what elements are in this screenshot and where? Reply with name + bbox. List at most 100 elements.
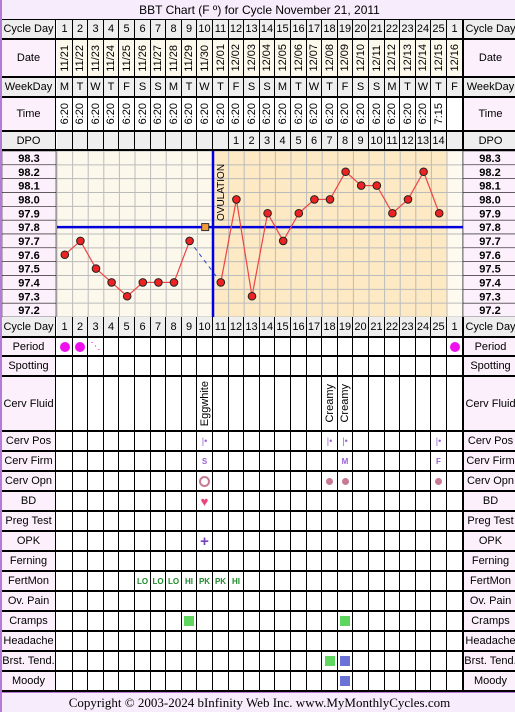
day-cell[interactable]: [135, 357, 151, 375]
day-cell[interactable]: [244, 592, 260, 610]
day-cell[interactable]: [213, 357, 229, 375]
day-cell[interactable]: [151, 632, 166, 650]
day-cell[interactable]: [385, 632, 400, 650]
day-cell[interactable]: [353, 592, 369, 610]
day-cell[interactable]: [275, 592, 291, 610]
day-cell[interactable]: [166, 592, 182, 610]
day-cell[interactable]: [57, 632, 73, 650]
day-cell[interactable]: [353, 552, 369, 570]
day-cell[interactable]: [166, 512, 182, 530]
day-cell[interactable]: [416, 592, 431, 610]
day-cell[interactable]: [229, 512, 244, 530]
day-cell[interactable]: [307, 357, 322, 375]
day-cell[interactable]: [369, 592, 385, 610]
day-cell[interactable]: [182, 512, 197, 530]
day-cell[interactable]: [119, 512, 135, 530]
day-cell[interactable]: [166, 552, 182, 570]
day-cell[interactable]: [416, 357, 431, 375]
day-cell[interactable]: [151, 592, 166, 610]
day-cell[interactable]: [275, 357, 291, 375]
day-cell[interactable]: [275, 632, 291, 650]
day-cell[interactable]: [447, 357, 463, 375]
day-cell[interactable]: [431, 632, 447, 650]
day-cell[interactable]: [104, 592, 119, 610]
day-cell[interactable]: [104, 512, 119, 530]
day-cell[interactable]: [197, 357, 213, 375]
day-cell[interactable]: [416, 552, 431, 570]
day-cell[interactable]: [57, 512, 73, 530]
day-cell[interactable]: [307, 592, 322, 610]
day-cell[interactable]: [260, 512, 275, 530]
day-cell[interactable]: [244, 357, 260, 375]
day-cell[interactable]: [447, 512, 463, 530]
day-cell[interactable]: [400, 632, 416, 650]
day-cell[interactable]: [400, 552, 416, 570]
day-cell[interactable]: [322, 592, 338, 610]
day-cell[interactable]: [57, 552, 73, 570]
day-cell[interactable]: [244, 512, 260, 530]
day-cell[interactable]: [338, 632, 353, 650]
day-cell[interactable]: [88, 552, 104, 570]
day-cell[interactable]: [322, 632, 338, 650]
day-cell[interactable]: [447, 552, 463, 570]
day-cell[interactable]: [385, 357, 400, 375]
day-cell[interactable]: [135, 632, 151, 650]
day-cell[interactable]: [431, 592, 447, 610]
day-cell[interactable]: [369, 357, 385, 375]
day-cell[interactable]: [353, 357, 369, 375]
day-cell[interactable]: [197, 552, 213, 570]
day-cell[interactable]: [151, 552, 166, 570]
day-cell[interactable]: [307, 632, 322, 650]
day-cell[interactable]: [135, 592, 151, 610]
day-cell[interactable]: [291, 592, 307, 610]
day-cell[interactable]: [213, 512, 229, 530]
day-cell[interactable]: [166, 357, 182, 375]
day-cell[interactable]: [416, 512, 431, 530]
day-cell[interactable]: [57, 357, 73, 375]
day-cell[interactable]: [291, 632, 307, 650]
day-cell[interactable]: [291, 512, 307, 530]
day-cell[interactable]: [119, 592, 135, 610]
day-cell[interactable]: [416, 632, 431, 650]
day-cell[interactable]: [119, 357, 135, 375]
day-cell[interactable]: [260, 632, 275, 650]
day-cell[interactable]: [182, 357, 197, 375]
day-cell[interactable]: [104, 632, 119, 650]
day-cell[interactable]: [88, 592, 104, 610]
day-cell[interactable]: [369, 552, 385, 570]
day-cell[interactable]: [104, 357, 119, 375]
day-cell[interactable]: [73, 592, 88, 610]
day-cell[interactable]: [244, 552, 260, 570]
day-cell[interactable]: [151, 512, 166, 530]
day-cell[interactable]: [385, 552, 400, 570]
day-cell[interactable]: [88, 632, 104, 650]
day-cell[interactable]: [338, 592, 353, 610]
day-cell[interactable]: [431, 552, 447, 570]
day-cell[interactable]: [182, 592, 197, 610]
day-cell[interactable]: [275, 552, 291, 570]
day-cell[interactable]: [73, 632, 88, 650]
day-cell[interactable]: [307, 552, 322, 570]
day-cell[interactable]: [400, 357, 416, 375]
day-cell[interactable]: [322, 552, 338, 570]
day-cell[interactable]: [400, 592, 416, 610]
day-cell[interactable]: [213, 592, 229, 610]
day-cell[interactable]: [197, 592, 213, 610]
day-cell[interactable]: [213, 632, 229, 650]
day-cell[interactable]: [400, 512, 416, 530]
day-cell[interactable]: [353, 512, 369, 530]
day-cell[interactable]: [260, 357, 275, 375]
day-cell[interactable]: [244, 632, 260, 650]
day-cell[interactable]: [275, 512, 291, 530]
day-cell[interactable]: [322, 512, 338, 530]
day-cell[interactable]: [369, 632, 385, 650]
day-cell[interactable]: [88, 512, 104, 530]
day-cell[interactable]: [182, 632, 197, 650]
day-cell[interactable]: [197, 512, 213, 530]
day-cell[interactable]: [447, 592, 463, 610]
day-cell[interactable]: [135, 512, 151, 530]
day-cell[interactable]: [229, 632, 244, 650]
day-cell[interactable]: [338, 357, 353, 375]
day-cell[interactable]: [385, 592, 400, 610]
day-cell[interactable]: [119, 552, 135, 570]
